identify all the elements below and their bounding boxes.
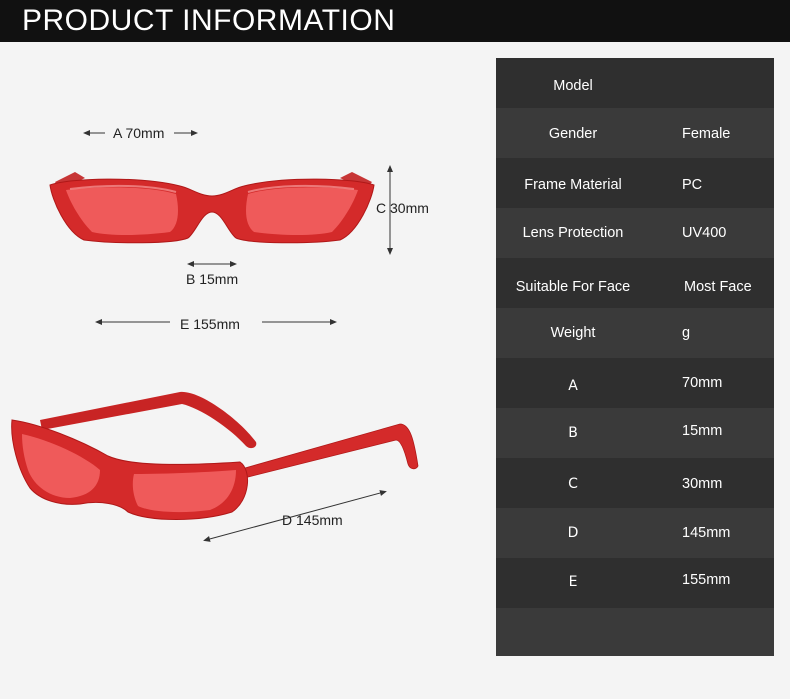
- spec-value: g: [682, 325, 691, 341]
- sunglasses-front-view: [49, 172, 375, 244]
- spec-key: C: [568, 476, 578, 492]
- spec-value: 70mm: [682, 375, 723, 391]
- spec-row-weight: Weight g: [496, 308, 774, 358]
- spec-value: UV400: [682, 225, 727, 241]
- spec-row-lens-protection: Lens Protection UV400: [496, 208, 774, 258]
- spec-value: 15mm: [682, 423, 723, 439]
- spec-key: Lens Protection: [522, 225, 624, 241]
- spec-row-e: E 155mm: [496, 558, 774, 608]
- dim-c-label: C 30mm: [376, 200, 429, 216]
- dim-d-label: D 145mm: [282, 512, 343, 528]
- spec-key: Weight: [550, 325, 596, 341]
- dim-b-label: B 15mm: [186, 271, 239, 287]
- spec-value: Most Face: [684, 279, 752, 295]
- spec-row-empty: [496, 608, 774, 656]
- spec-row-c: C 30mm: [496, 458, 774, 508]
- spec-row-d: D 145mm: [496, 508, 774, 558]
- spec-key: Frame Material: [524, 177, 622, 193]
- dim-e-label: E 155mm: [180, 316, 240, 332]
- spec-row-face: Suitable For Face Most Face: [496, 258, 774, 308]
- spec-row-frame-material: Frame Material PC: [496, 158, 774, 208]
- spec-key: Suitable For Face: [515, 279, 631, 295]
- dim-a-label: A 70mm: [113, 125, 165, 141]
- spec-value: PC: [682, 177, 703, 193]
- sunglasses-side-view: [11, 391, 419, 520]
- spec-key: E: [568, 574, 578, 590]
- spec-row-model: Model: [496, 58, 774, 108]
- product-illustration: [11, 130, 419, 542]
- spec-row-gender: Gender Female: [496, 108, 774, 158]
- spec-row-a: A 70mm: [496, 358, 774, 408]
- spec-key: D: [567, 525, 579, 541]
- spec-key: Gender: [548, 126, 598, 142]
- spec-value: 30mm: [682, 476, 723, 492]
- spec-value: 145mm: [682, 525, 731, 541]
- spec-key: A: [568, 378, 578, 394]
- spec-value: Female: [682, 126, 731, 142]
- spec-key: Model: [553, 78, 593, 94]
- spec-table: Model Gender Female Frame Material PC Le…: [496, 58, 774, 656]
- spec-key: B: [568, 425, 578, 441]
- spec-value: 155mm: [682, 572, 731, 588]
- spec-row-b: B 15mm: [496, 408, 774, 458]
